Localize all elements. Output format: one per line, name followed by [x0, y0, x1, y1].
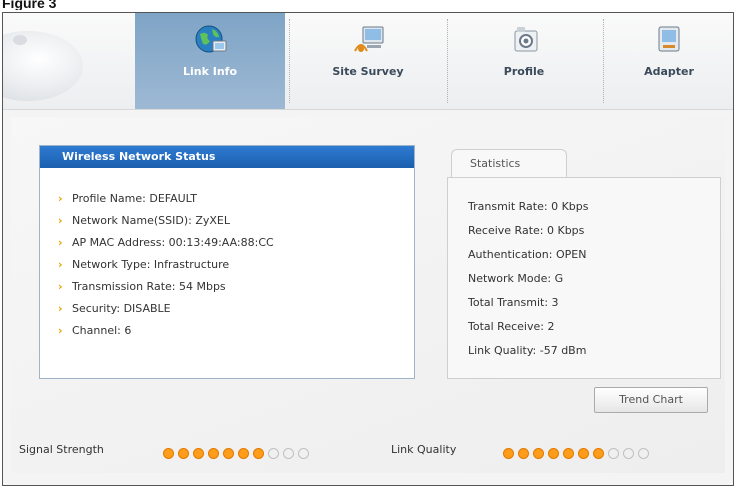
app-window: Link Info Site Survey Profile Adapter Wi…: [2, 12, 734, 486]
panel-title: Wireless Network Status: [40, 146, 414, 168]
bullet-arrow-icon: ›: [58, 214, 63, 227]
meter-dot-filled: [208, 448, 219, 459]
meter-dot-empty: [623, 448, 634, 459]
meter-dot-empty: [268, 448, 279, 459]
meter-dot-filled: [533, 448, 544, 459]
tab-label: Adapter: [644, 65, 694, 78]
bullet-arrow-icon: ›: [58, 258, 63, 271]
tab-divider: [289, 19, 290, 103]
meter-dot-empty: [638, 448, 649, 459]
signal-strength-meter: [163, 443, 313, 459]
stat-item: Authentication: OPEN: [468, 248, 587, 261]
meter-dot-empty: [283, 448, 294, 459]
meter-dot-empty: [608, 448, 619, 459]
list-item: › Transmission Rate: 54 Mbps: [58, 280, 226, 293]
list-item: › Profile Name: DEFAULT: [58, 192, 198, 205]
list-item: › Channel: 6: [58, 324, 132, 337]
meter-dot-filled: [193, 448, 204, 459]
tab-profile[interactable]: Profile: [449, 13, 599, 109]
site-survey-icon: [354, 26, 384, 52]
tab-divider: [603, 19, 604, 103]
bullet-arrow-icon: ›: [58, 302, 63, 315]
list-item: › AP MAC Address: 00:13:49:AA:88:CC: [58, 236, 274, 249]
bullet-arrow-icon: ›: [58, 236, 63, 249]
tab-site-survey[interactable]: Site Survey: [293, 13, 443, 109]
meter-dot-filled: [163, 448, 174, 459]
tab-label: Link Info: [182, 65, 238, 78]
meter-dot-filled: [563, 448, 574, 459]
top-navigation-bar: Link Info Site Survey Profile Adapter: [3, 13, 733, 110]
trend-chart-button[interactable]: Trend Chart: [594, 387, 708, 413]
meter-dot-filled: [578, 448, 589, 459]
statistics-panel: Transmit Rate: 0 Kbps Receive Rate: 0 Kb…: [447, 177, 721, 379]
globe-icon: [195, 25, 227, 53]
statistics-list: Transmit Rate: 0 Kbps Receive Rate: 0 Kb…: [468, 200, 588, 368]
meter-dot-filled: [503, 448, 514, 459]
adapter-icon: [658, 26, 680, 52]
tab-link-info[interactable]: Link Info: [135, 13, 285, 109]
tab-statistics[interactable]: Statistics: [451, 149, 567, 177]
link-quality-meter: [503, 443, 653, 459]
profile-icon: [514, 27, 538, 52]
tab-adapter[interactable]: Adapter: [605, 13, 733, 109]
tab-label: Profile: [503, 65, 545, 78]
meter-dot-filled: [548, 448, 559, 459]
meter-dot-empty: [298, 448, 309, 459]
decorative-dot: [13, 35, 27, 45]
figure-label: Figure 3: [2, 0, 57, 10]
bullet-arrow-icon: ›: [58, 280, 63, 293]
status-list: › Profile Name: DEFAULT › Network Name(SSI…: [58, 192, 274, 346]
link-quality-label: Link Quality: [391, 443, 457, 456]
stat-item: Total Receive: 2: [468, 320, 555, 333]
meter-dot-filled: [238, 448, 249, 459]
list-item: › Network Type: Infrastructure: [58, 258, 230, 271]
signal-strength-label: Signal Strength: [19, 443, 104, 456]
stat-item: Receive Rate: 0 Kbps: [468, 224, 585, 237]
meter-dot-filled: [593, 448, 604, 459]
wireless-network-status-panel: Wireless Network Status › Profile Name: D…: [39, 145, 415, 379]
bullet-arrow-icon: ›: [58, 192, 63, 205]
list-item: › Security: DISABLE: [58, 302, 171, 315]
tab-label: Site Survey: [332, 65, 404, 78]
meter-dot-filled: [178, 448, 189, 459]
stat-item: Transmit Rate: 0 Kbps: [468, 200, 589, 213]
stat-item: Network Mode: G: [468, 272, 564, 285]
stat-item: Total Transmit: 3: [468, 296, 559, 309]
meter-dot-filled: [518, 448, 529, 459]
meter-dot-filled: [223, 448, 234, 459]
tab-divider: [447, 19, 448, 103]
stat-item: Link Quality: -57 dBm: [468, 344, 587, 357]
list-item: › Network Name(SSID): ZyXEL: [58, 214, 231, 227]
meter-dot-filled: [253, 448, 264, 459]
bullet-arrow-icon: ›: [58, 324, 63, 337]
